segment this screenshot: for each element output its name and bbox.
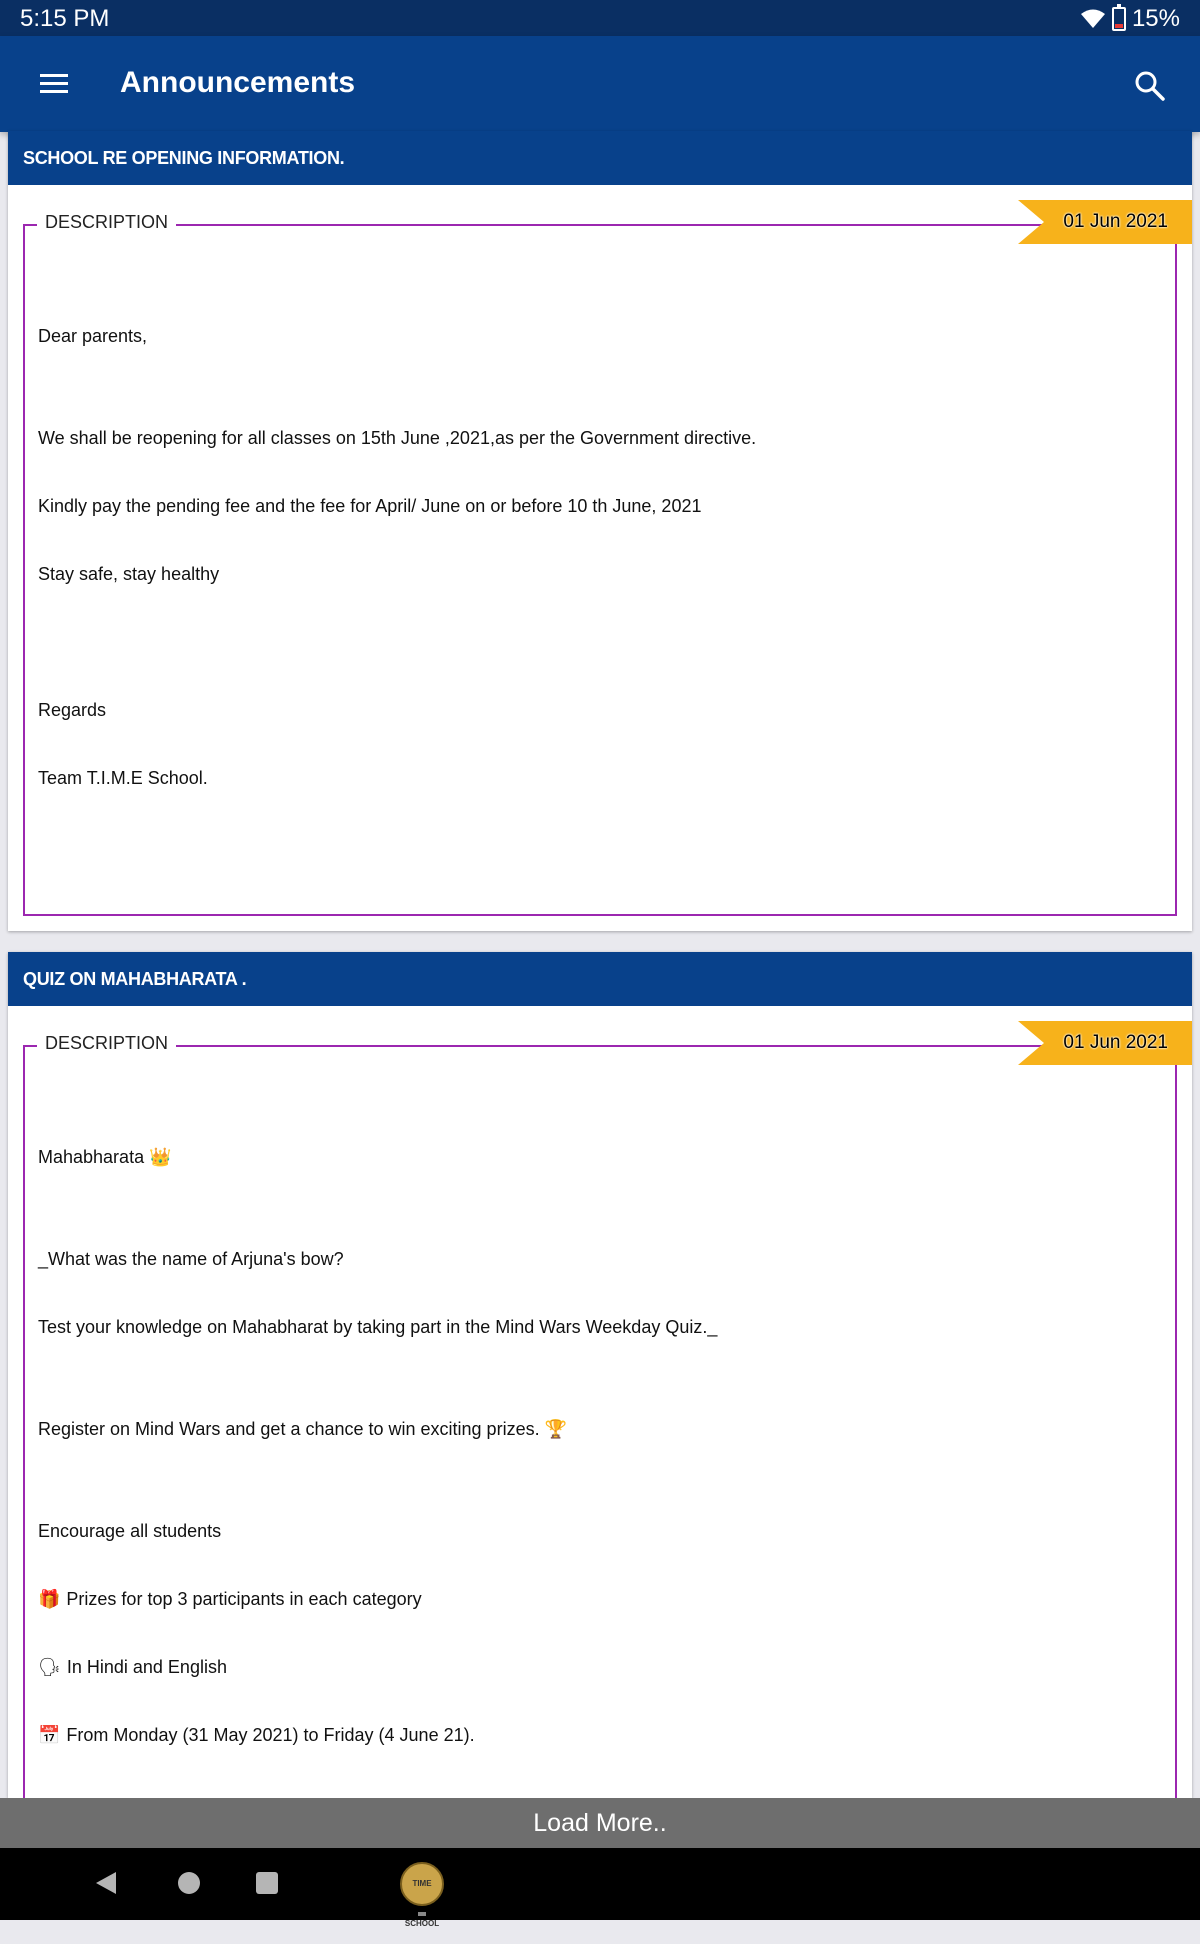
battery-icon: [1111, 4, 1126, 31]
system-nav-bar: TIME SCHOOL: [0, 1848, 1200, 1928]
description-line: We shall be reopening for all classes on…: [38, 428, 757, 448]
description-line: Dear parents,: [38, 326, 148, 346]
description-text: Dear parents, We shall be reopening for …: [38, 226, 1162, 906]
menu-icon[interactable]: [28, 60, 80, 108]
announcement-card[interactable]: QUIZ ON MAHABHARATA . DESCRIPTION Mahabh…: [8, 952, 1192, 1825]
battery-percent: 15%: [1131, 5, 1180, 32]
announcement-title: QUIZ ON MAHABHARATA .: [8, 952, 1192, 1006]
description-box: DESCRIPTION Mahabharata 👑 _What was the …: [23, 1033, 1177, 1825]
announcement-card[interactable]: SCHOOL RE OPENING INFORMATION. DESCRIPTI…: [8, 131, 1192, 931]
description-line: Mahabharata 👑: [38, 1147, 178, 1168]
description-text-span: From Monday (31 May 2021) to Friday (4 J…: [66, 1725, 475, 1745]
speaking-icon: 🗣: [38, 1657, 61, 1677]
date-ribbon: 01 Jun 2021: [1018, 200, 1192, 244]
gift-icon: 🎁: [38, 1589, 61, 1609]
description-line: 🎁 Prizes for top 3 participants in each c…: [38, 1589, 422, 1610]
description-text-span: Mahabharata: [38, 1147, 145, 1167]
description-line: Test your knowledge on Mahabharat by tak…: [38, 1317, 718, 1337]
status-right: 15%: [1080, 4, 1180, 33]
description-line: Kindly pay the pending fee and the fee f…: [38, 496, 702, 516]
back-icon[interactable]: [96, 1872, 116, 1894]
search-icon[interactable]: [1126, 62, 1174, 110]
date-ribbon: 01 Jun 2021: [1018, 1021, 1192, 1065]
description-text-span: Prizes for top 3 participants in each ca…: [66, 1589, 422, 1609]
description-text-span: In Hindi and English: [66, 1657, 227, 1677]
home-icon[interactable]: [178, 1872, 200, 1894]
calendar-icon: 📅: [38, 1725, 61, 1745]
description-line: 📅 From Monday (31 May 2021) to Friday (4 …: [38, 1725, 475, 1746]
status-bar: 5:15 PM 15%: [0, 0, 1200, 36]
description-box: DESCRIPTION Dear parents, We shall be re…: [23, 212, 1177, 916]
crown-icon: 👑: [149, 1147, 172, 1167]
app-shortcut-icon[interactable]: TIME SCHOOL: [400, 1862, 444, 1928]
page-title: Announcements: [120, 66, 356, 99]
description-line: Encourage all students: [38, 1521, 222, 1541]
description-text: Mahabharata 👑 _What was the name of Arju…: [38, 1047, 1162, 1807]
load-more-button[interactable]: Load More..: [0, 1798, 1200, 1848]
description-line: _What was the name of Arjuna's bow?: [38, 1249, 344, 1269]
app-bar: Announcements: [0, 36, 1200, 132]
description-line: Team T.I.M.E School.: [38, 768, 208, 788]
nav-indicator: [418, 1912, 426, 1916]
description-line: Stay safe, stay healthy: [38, 564, 220, 584]
description-text-span: Register on Mind Wars and get a chance t…: [38, 1419, 540, 1439]
description-line: Register on Mind Wars and get a chance t…: [38, 1419, 573, 1440]
trophy-icon: 🏆: [544, 1419, 568, 1439]
description-line: 🗣 In Hindi and English: [38, 1657, 227, 1678]
description-line: Regards: [38, 700, 107, 720]
status-time: 5:15 PM: [20, 5, 110, 32]
recents-icon[interactable]: [256, 1872, 278, 1894]
announcement-title: SCHOOL RE OPENING INFORMATION.: [8, 131, 1192, 185]
wifi-icon: [1080, 9, 1105, 28]
